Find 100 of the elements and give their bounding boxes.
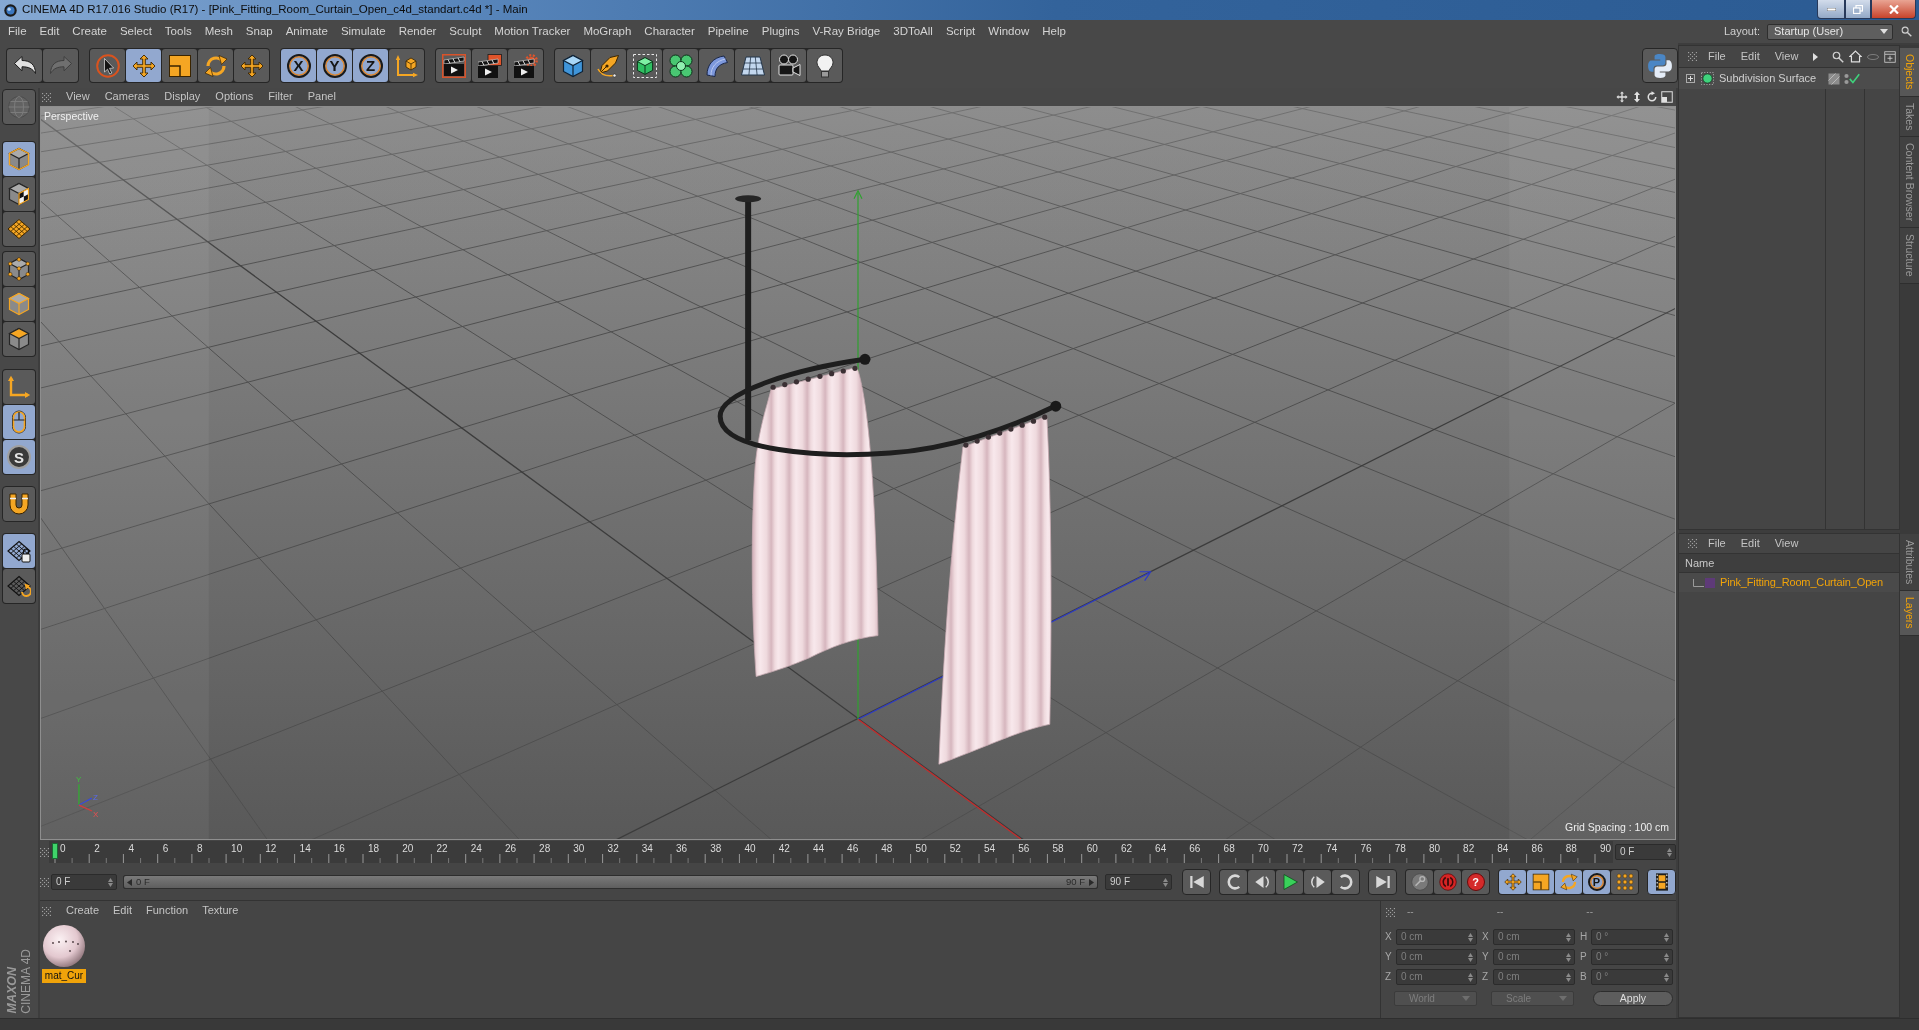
live-selection-button[interactable] (90, 49, 125, 82)
first-frame-button[interactable] (1182, 869, 1211, 895)
panel-tab[interactable]: Takes (1900, 96, 1919, 138)
previous-frame-button[interactable] (1248, 870, 1275, 894)
menu-item[interactable]: Function (146, 904, 189, 918)
play-button[interactable] (1276, 870, 1303, 894)
move-button[interactable] (126, 49, 161, 82)
grip-icon[interactable] (1688, 539, 1697, 548)
cube-button[interactable] (555, 49, 590, 82)
spinner-icon[interactable] (1566, 972, 1571, 982)
axis-lock-button[interactable]: Z (353, 49, 388, 82)
menu-item[interactable]: Tools (164, 24, 192, 39)
previous-key-button[interactable] (1220, 870, 1247, 894)
solo-button[interactable]: S (3, 440, 35, 474)
menu-item[interactable]: Help (1042, 24, 1066, 39)
grip-icon[interactable] (40, 847, 49, 857)
grip-icon[interactable] (42, 906, 51, 916)
spinner-icon[interactable] (108, 877, 113, 887)
plus-box-icon[interactable] (1884, 50, 1896, 63)
menu-item[interactable]: Options (215, 90, 254, 104)
home-icon[interactable] (1849, 50, 1862, 63)
maximize-icon[interactable] (1661, 91, 1673, 103)
menu-item[interactable]: Plugins (761, 24, 800, 39)
rotate-view-icon[interactable] (1646, 91, 1658, 103)
render-settings-button[interactable] (508, 49, 543, 82)
grip-icon[interactable] (42, 92, 51, 102)
panel-tab[interactable]: Objects (1900, 48, 1919, 97)
menu-item[interactable]: Edit (1740, 49, 1760, 64)
axis-lock-button[interactable]: X (281, 49, 316, 82)
menu-item[interactable]: Filter (268, 90, 293, 104)
undo-button[interactable] (7, 49, 42, 82)
rotate-button[interactable] (198, 49, 233, 82)
menu-item[interactable]: View (1774, 536, 1799, 551)
object-row[interactable]: Subdivision Surface (1679, 68, 1899, 89)
menu-item[interactable]: MoGraph (583, 24, 632, 39)
menu-item[interactable]: Simulate (340, 24, 386, 39)
color-swatch-icon[interactable] (1705, 577, 1715, 588)
menu-item[interactable]: 3DToAll (893, 24, 933, 39)
menu-item[interactable]: Texture (202, 904, 239, 918)
menu-item[interactable]: Animate (285, 24, 328, 39)
autokey-button[interactable]: ? (1462, 870, 1489, 894)
size-field[interactable]: 0 cm (1493, 969, 1575, 985)
axis-mode-button[interactable] (3, 370, 35, 404)
cloner-button[interactable] (663, 49, 698, 82)
four-arrows-icon[interactable] (1616, 91, 1628, 103)
material-name[interactable]: mat_Cur (42, 969, 86, 983)
model-mode-button[interactable] (3, 142, 35, 176)
record-button[interactable] (1434, 870, 1461, 894)
end-frame-field[interactable]: 90 F (1105, 874, 1172, 890)
menu-item[interactable]: Motion Tracker (494, 24, 571, 39)
light-button[interactable] (807, 49, 842, 82)
spinner-icon[interactable] (1468, 932, 1473, 942)
menu-item[interactable]: Render (398, 24, 437, 39)
polygons-mode-button[interactable] (3, 322, 35, 356)
vertical-arrow-icon[interactable] (1631, 91, 1643, 103)
panel-tab[interactable]: Structure (1900, 228, 1919, 284)
last-frame-button[interactable] (1368, 869, 1397, 895)
caret-icon[interactable] (1813, 52, 1819, 61)
rotation-field[interactable]: 0 ° (1591, 969, 1673, 985)
check-icon[interactable] (1849, 73, 1860, 84)
scale-button[interactable] (162, 49, 197, 82)
playhead[interactable] (52, 843, 58, 859)
search-icon[interactable] (1901, 26, 1912, 37)
position-field[interactable]: 0 cm (1396, 949, 1477, 965)
layout-dropdown[interactable]: Startup (User) (1767, 23, 1893, 40)
menu-item[interactable]: Create (72, 24, 107, 39)
render-view-button[interactable] (436, 49, 471, 82)
spinner-icon[interactable] (1667, 847, 1672, 857)
menu-item[interactable]: Snap (245, 24, 273, 39)
frame-range-slider[interactable]: 0 F 90 F (123, 875, 1098, 889)
snap-button[interactable] (2, 486, 36, 522)
floor-button[interactable] (735, 49, 770, 82)
position-field[interactable]: 0 cm (1396, 929, 1477, 945)
tweak-mode-button[interactable] (3, 405, 35, 439)
restore-button[interactable] (1845, 0, 1871, 19)
menu-item[interactable]: File (8, 24, 27, 39)
pen-button[interactable] (591, 49, 626, 82)
parameter-key-button[interactable]: P (1583, 870, 1610, 894)
spinner-icon[interactable] (1468, 952, 1473, 962)
minimize-button[interactable] (1817, 0, 1845, 19)
timeline-ruler[interactable]: 0 2 4 6 8 10 12 14 16 18 20 22 24 26 28 30 32 34 36 38 40 42 44 46 48 50 52 54 56 58 60 62 64 66 68 70 72 74 76 78 80 82 84 86 88 90 (49, 841, 1613, 863)
grip-icon[interactable] (40, 877, 49, 887)
two-dots-icon[interactable] (1844, 72, 1849, 85)
spinner-icon[interactable] (1566, 932, 1571, 942)
workplane-lock-button[interactable] (3, 534, 35, 568)
edges-mode-button[interactable] (3, 287, 35, 321)
menu-item[interactable]: Cameras (104, 90, 150, 104)
panel-tab[interactable]: Content Browser (1900, 137, 1919, 229)
menu-item[interactable]: Pipeline (707, 24, 749, 39)
size-field[interactable]: 0 cm (1493, 949, 1575, 965)
menu-item[interactable]: Script (945, 24, 976, 39)
menu-item[interactable]: Edit (113, 904, 132, 918)
hatched-square-icon[interactable] (1828, 72, 1840, 85)
menu-item[interactable]: Panel (307, 90, 336, 104)
menu-item[interactable]: Sculpt (449, 24, 482, 39)
menu-item[interactable]: File (1708, 536, 1726, 551)
spinner-icon[interactable] (1566, 952, 1571, 962)
menu-item[interactable]: Create (66, 904, 100, 918)
workplane-mode-button[interactable] (3, 212, 35, 246)
close-button[interactable] (1871, 0, 1916, 19)
